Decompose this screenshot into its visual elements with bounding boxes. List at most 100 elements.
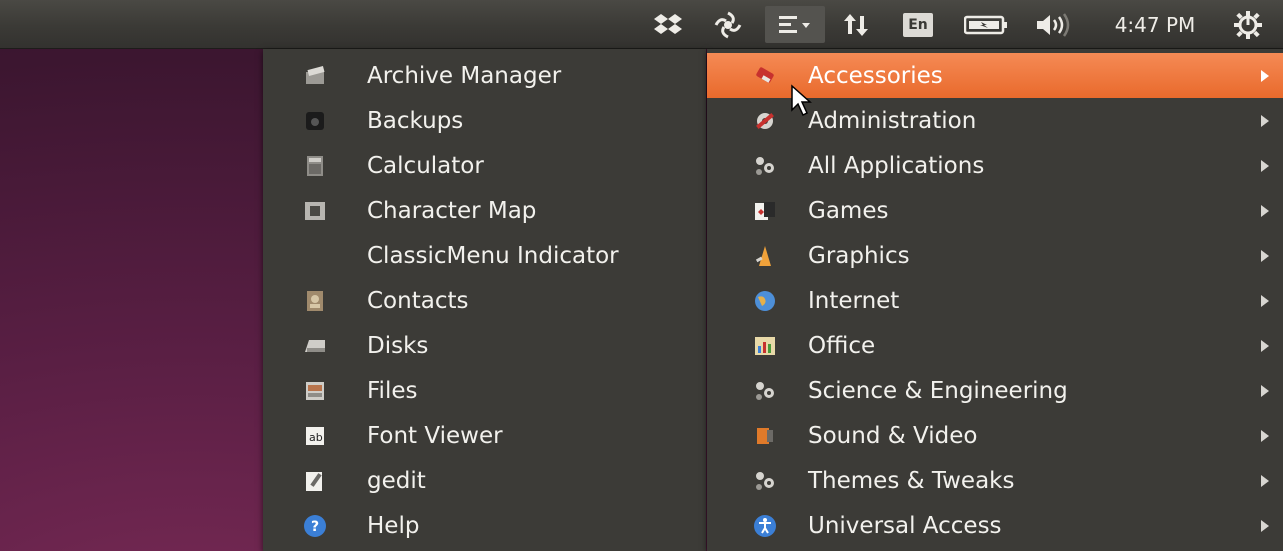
menu-item-accessories[interactable]: Accessories xyxy=(707,53,1283,98)
menu-item-label: Files xyxy=(367,377,418,404)
font-viewer-icon: ab xyxy=(303,424,327,448)
dropbox-icon xyxy=(654,13,682,34)
menu-item-classicmenu-indicator[interactable]: ClassicMenu Indicator xyxy=(263,233,706,278)
menu-item-label: Backups xyxy=(367,107,464,134)
accessories-icon xyxy=(753,64,777,88)
classicmenu-blank-icon xyxy=(303,244,327,268)
gears-icon xyxy=(753,154,777,178)
menu-item-label: All Applications xyxy=(808,152,985,179)
svg-text:ab: ab xyxy=(309,431,323,444)
clock-indicator[interactable]: 4:47 PM xyxy=(1100,0,1210,49)
menu-item-label: Office xyxy=(808,332,876,359)
submenu-arrow-icon xyxy=(1261,114,1269,127)
submenu-arrow-icon xyxy=(1261,474,1269,487)
submenu-arrow-icon xyxy=(1261,429,1269,442)
battery-indicator[interactable] xyxy=(960,0,1012,49)
menu-item-label: Help xyxy=(367,512,420,539)
backups-icon xyxy=(303,109,327,133)
menu-item-backups[interactable]: Backups xyxy=(263,98,706,143)
dropbox-indicator[interactable] xyxy=(648,0,688,49)
files-icon xyxy=(303,379,327,403)
disks-icon xyxy=(303,334,327,358)
menu-item-label: Games xyxy=(808,197,889,224)
submenu-arrow-icon xyxy=(1261,519,1269,532)
menu-item-help[interactable]: ? Help xyxy=(263,503,706,548)
menu-item-archive-manager[interactable]: Archive Manager xyxy=(263,53,706,98)
gear-power-icon xyxy=(1234,10,1262,39)
menu-item-label: Administration xyxy=(808,107,977,134)
battery-icon xyxy=(964,15,1007,34)
menu-item-label: Sound & Video xyxy=(808,422,978,449)
menu-item-office[interactable]: Office xyxy=(707,323,1283,368)
gears-icon xyxy=(753,469,777,493)
graphics-icon xyxy=(753,244,777,268)
classicmenu-indicator-icon xyxy=(779,15,810,33)
volume-icon xyxy=(1037,12,1070,37)
menu-item-label: Internet xyxy=(808,287,900,314)
keyboard-layout-icon: En xyxy=(903,12,933,37)
submenu-arrow-icon xyxy=(1261,339,1269,352)
keepass-indicator[interactable] xyxy=(708,0,748,49)
network-transfer-icon xyxy=(844,13,868,36)
menu-item-label: Font Viewer xyxy=(367,422,503,449)
menu-item-label: Themes & Tweaks xyxy=(808,467,1015,494)
calculator-icon xyxy=(303,154,327,178)
internet-globe-icon xyxy=(753,289,777,313)
menu-item-sound-video[interactable]: Sound & Video xyxy=(707,413,1283,458)
menu-item-games[interactable]: Games xyxy=(707,188,1283,233)
submenu-arrow-icon xyxy=(1261,69,1269,82)
clock-label: 4:47 PM xyxy=(1114,12,1196,37)
menu-item-files[interactable]: Files xyxy=(263,368,706,413)
sound-video-icon xyxy=(753,424,777,448)
menu-item-label: Calculator xyxy=(367,152,484,179)
keyboard-layout-indicator[interactable]: En xyxy=(898,0,938,49)
network-indicator[interactable] xyxy=(836,0,876,49)
menu-item-administration[interactable]: Administration xyxy=(707,98,1283,143)
menu-item-label: Science & Engineering xyxy=(808,377,1068,404)
menu-item-character-map[interactable]: Character Map xyxy=(263,188,706,233)
gears-icon xyxy=(753,379,777,403)
menu-item-science-engineering[interactable]: Science & Engineering xyxy=(707,368,1283,413)
menu-item-label: Graphics xyxy=(808,242,910,269)
menu-item-label: Character Map xyxy=(367,197,537,224)
menu-item-all-applications[interactable]: All Applications xyxy=(707,143,1283,188)
menu-item-label: Universal Access xyxy=(808,512,1002,539)
office-icon xyxy=(753,334,777,358)
help-icon: ? xyxy=(303,514,327,538)
session-indicator[interactable] xyxy=(1228,0,1268,49)
menu-item-calculator[interactable]: Calculator xyxy=(263,143,706,188)
classicmenu-indicator-button[interactable] xyxy=(765,6,825,43)
keepass-icon xyxy=(714,11,742,38)
administration-icon xyxy=(753,109,777,133)
volume-indicator[interactable] xyxy=(1030,0,1080,49)
gedit-icon xyxy=(303,469,327,493)
menu-item-contacts[interactable]: Contacts xyxy=(263,278,706,323)
menu-item-themes-tweaks[interactable]: Themes & Tweaks xyxy=(707,458,1283,503)
menu-item-internet[interactable]: Internet xyxy=(707,278,1283,323)
archive-manager-icon xyxy=(303,64,327,88)
submenu-arrow-icon xyxy=(1261,159,1269,172)
menu-item-label: ClassicMenu Indicator xyxy=(367,242,619,269)
character-map-icon xyxy=(303,199,327,223)
menu-item-label: Contacts xyxy=(367,287,469,314)
menu-item-universal-access[interactable]: Universal Access xyxy=(707,503,1283,548)
contacts-icon xyxy=(303,289,327,313)
svg-text:?: ? xyxy=(311,519,319,535)
menu-item-graphics[interactable]: Graphics xyxy=(707,233,1283,278)
universal-access-icon xyxy=(753,514,777,538)
menu-item-label: Disks xyxy=(367,332,429,359)
menu-item-font-viewer[interactable]: ab Font Viewer xyxy=(263,413,706,458)
menu-item-label: Accessories xyxy=(808,62,943,89)
menu-item-label: gedit xyxy=(367,467,426,494)
games-icon xyxy=(753,199,777,223)
top-panel: En 4:47 PM xyxy=(0,0,1283,49)
submenu-arrow-icon xyxy=(1261,384,1269,397)
accessories-submenu: Archive Manager Backups Calculator Chara… xyxy=(263,49,706,551)
menu-item-disks[interactable]: Disks xyxy=(263,323,706,368)
applications-menu: Accessories Administration All Applicati… xyxy=(707,49,1283,551)
menu-item-gedit[interactable]: gedit xyxy=(263,458,706,503)
submenu-arrow-icon xyxy=(1261,249,1269,262)
menu-item-label: Archive Manager xyxy=(367,62,562,89)
submenu-arrow-icon xyxy=(1261,204,1269,217)
submenu-arrow-icon xyxy=(1261,294,1269,307)
